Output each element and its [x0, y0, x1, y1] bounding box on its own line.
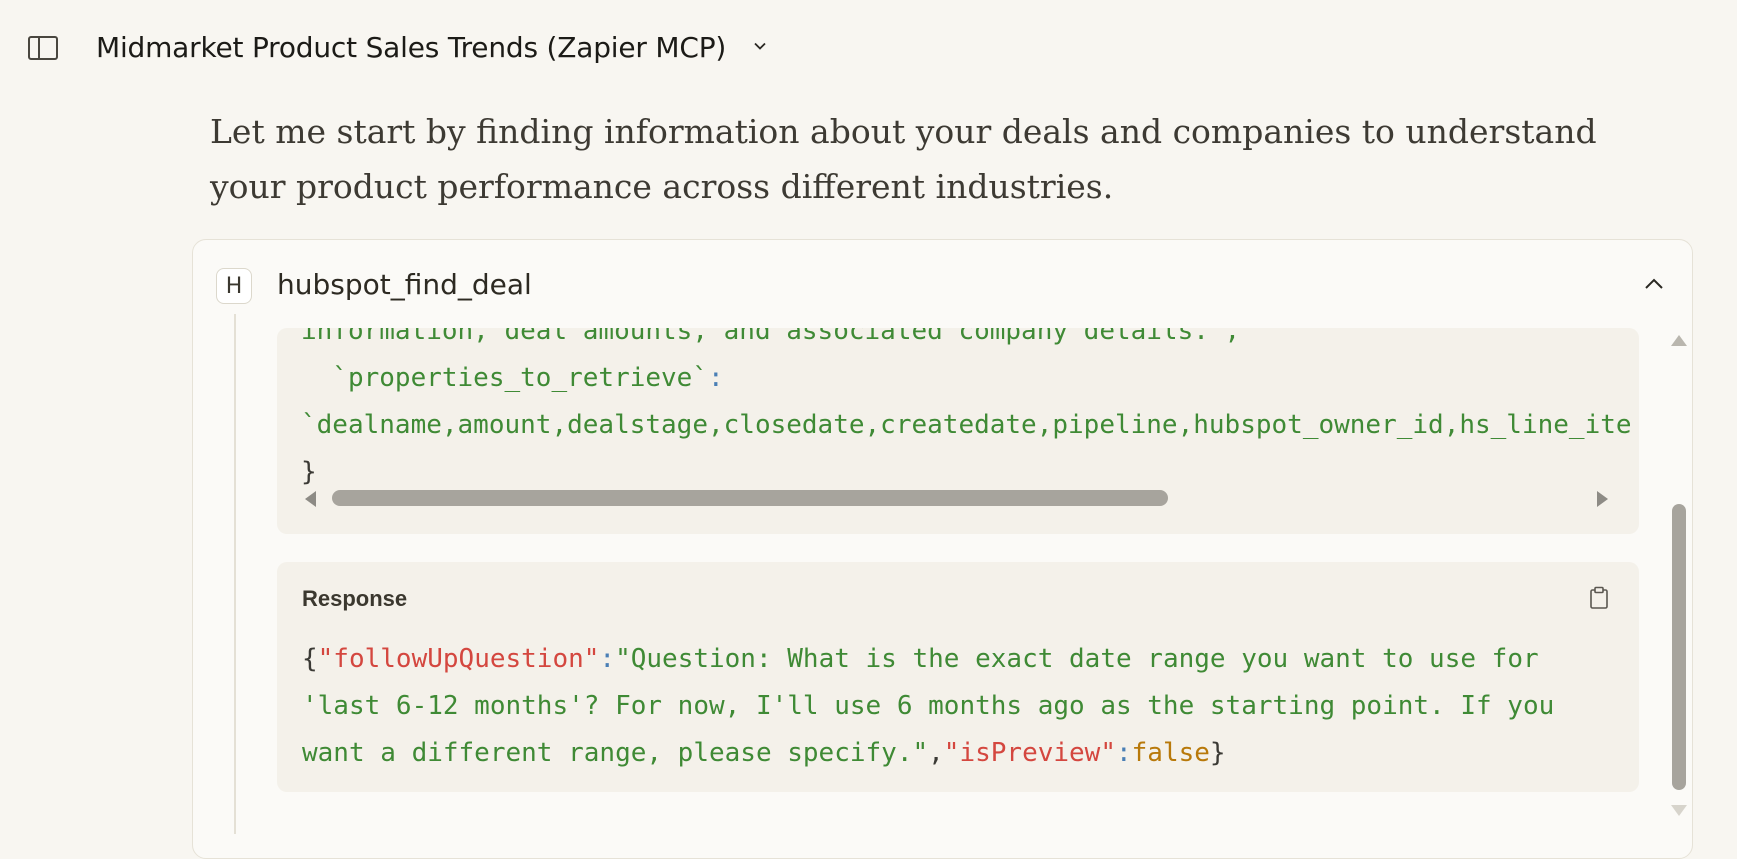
- json-colon: :: [1115, 738, 1132, 768]
- response-json: {"followUpQuestion":"Question: What is t…: [302, 636, 1622, 777]
- request-line-3: `dealname,amount,dealstage,closedate,cre…: [301, 410, 1632, 440]
- json-key-ispreview: "isPreview": [943, 738, 1116, 768]
- horizontal-scrollbar-thumb[interactable]: [332, 490, 1168, 506]
- chevron-up-icon[interactable]: [1644, 274, 1664, 294]
- json-close-brace: }: [1209, 738, 1226, 768]
- scroll-right-arrow-icon[interactable]: [1597, 491, 1608, 507]
- request-line-1: information, deal amounts, and associate…: [301, 328, 1241, 346]
- top-bar: Midmarket Product Sales Trends (Zapier M…: [0, 0, 1737, 100]
- json-colon: :: [599, 644, 616, 674]
- json-open-brace: {: [302, 644, 318, 674]
- request-line-4: }: [301, 457, 317, 487]
- scroll-down-arrow-icon[interactable]: [1671, 805, 1687, 816]
- chevron-down-icon[interactable]: [754, 40, 766, 52]
- json-comma: ,: [928, 738, 944, 768]
- response-label: Response: [302, 586, 408, 611]
- sidebar-panel-icon[interactable]: [28, 36, 58, 60]
- tool-name[interactable]: hubspot_find_deal: [277, 268, 532, 301]
- request-line-2-key: `properties_to_retrieve`: [301, 363, 708, 393]
- json-value-followup-3: want a different range, please specify.": [302, 738, 929, 768]
- json-value-followup-1: "Question: What is the exact date range …: [615, 644, 1539, 674]
- conversation-title[interactable]: Midmarket Product Sales Trends (Zapier M…: [96, 31, 726, 64]
- json-value-ispreview: false: [1131, 738, 1210, 768]
- json-value-followup-2: 'last 6-12 months'? For now, I'll use 6 …: [302, 691, 1555, 721]
- json-key-followup: "followUpQuestion": [317, 644, 600, 674]
- scroll-up-arrow-icon[interactable]: [1671, 335, 1687, 346]
- tool-badge: H: [216, 268, 252, 304]
- request-line-2-colon: :: [708, 363, 724, 393]
- request-code: information, deal amounts, and associate…: [301, 328, 1632, 496]
- scroll-left-arrow-icon[interactable]: [305, 491, 316, 507]
- vertical-scrollbar-thumb[interactable]: [1672, 504, 1686, 790]
- clipboard-icon[interactable]: [1589, 586, 1609, 610]
- assistant-message: Let me start by finding information abou…: [210, 112, 1597, 206]
- thread-divider: [234, 314, 236, 834]
